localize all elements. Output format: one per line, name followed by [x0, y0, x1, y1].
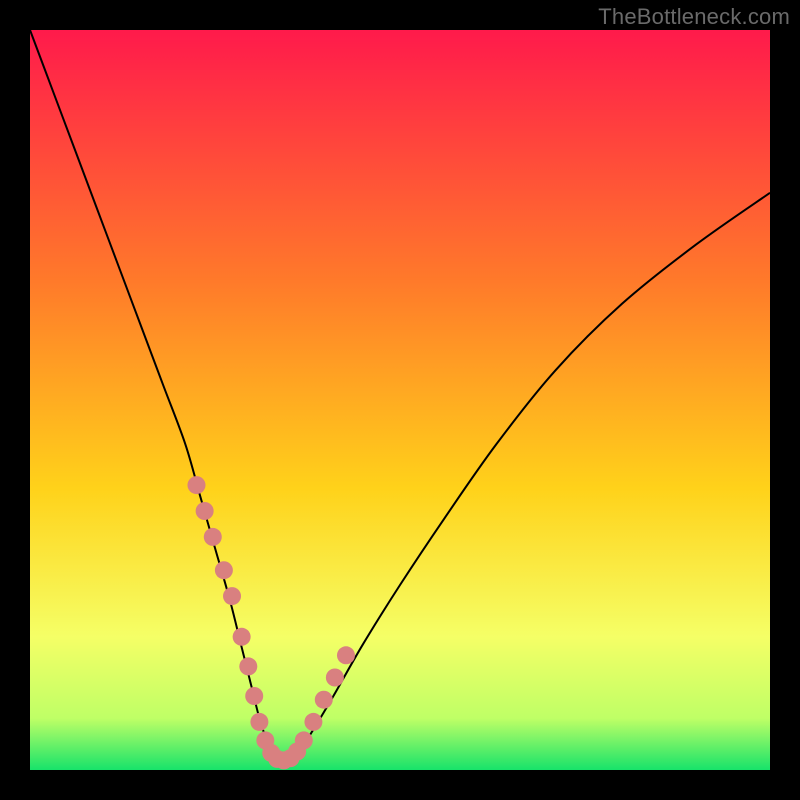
marker-point — [326, 669, 344, 687]
marker-point — [337, 646, 355, 664]
marker-point — [239, 657, 257, 675]
marker-point — [250, 713, 268, 731]
marker-point — [196, 502, 214, 520]
stage: TheBottleneck.com — [0, 0, 800, 800]
marker-point — [304, 713, 322, 731]
marker-point — [315, 691, 333, 709]
watermark-text: TheBottleneck.com — [598, 4, 790, 30]
marker-point — [233, 628, 251, 646]
marker-point — [295, 731, 313, 749]
marker-point — [223, 587, 241, 605]
marker-point — [188, 476, 206, 494]
plot-area — [30, 30, 770, 770]
gradient-background — [30, 30, 770, 770]
marker-point — [215, 561, 233, 579]
marker-point — [245, 687, 263, 705]
marker-point — [204, 528, 222, 546]
plot-svg — [30, 30, 770, 770]
